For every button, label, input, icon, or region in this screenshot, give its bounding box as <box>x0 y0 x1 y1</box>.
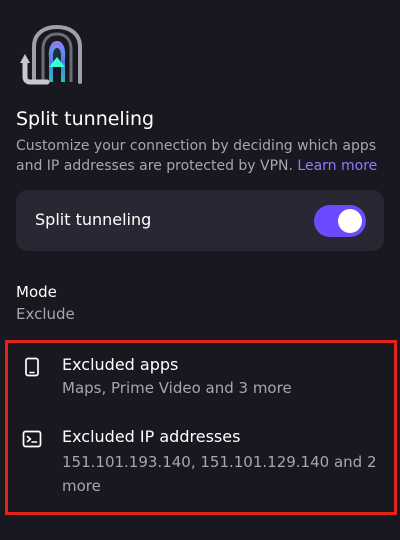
split-tunneling-toggle-label: Split tunneling <box>35 210 152 229</box>
excluded-apps-summary: Maps, Prime Video and 3 more <box>62 379 292 397</box>
split-tunneling-description: Customize your connection by deciding wh… <box>16 136 388 176</box>
excluded-ip-addresses-row[interactable]: Excluded IP addresses 151.101.193.140, 1… <box>0 423 400 501</box>
split-tunnel-icon <box>20 24 82 85</box>
switch-knob <box>338 209 362 233</box>
terminal-icon <box>22 430 42 448</box>
excluded-ip-addresses-summary: 151.101.193.140, 151.101.129.140 and 2 m… <box>62 453 377 495</box>
phone-icon <box>25 357 39 377</box>
excluded-ip-addresses-title: Excluded IP addresses <box>62 427 241 446</box>
mode-label: Mode <box>16 283 57 301</box>
excluded-apps-title: Excluded apps <box>62 355 179 374</box>
excluded-apps-row[interactable]: Excluded apps Maps, Prime Video and 3 mo… <box>0 350 400 408</box>
learn-more-link[interactable]: Learn more <box>297 158 377 174</box>
split-tunneling-toggle-card: Split tunneling <box>16 190 384 251</box>
split-tunneling-switch[interactable] <box>314 205 366 237</box>
page-title: Split tunneling <box>16 108 155 130</box>
mode-value: Exclude <box>16 305 75 323</box>
